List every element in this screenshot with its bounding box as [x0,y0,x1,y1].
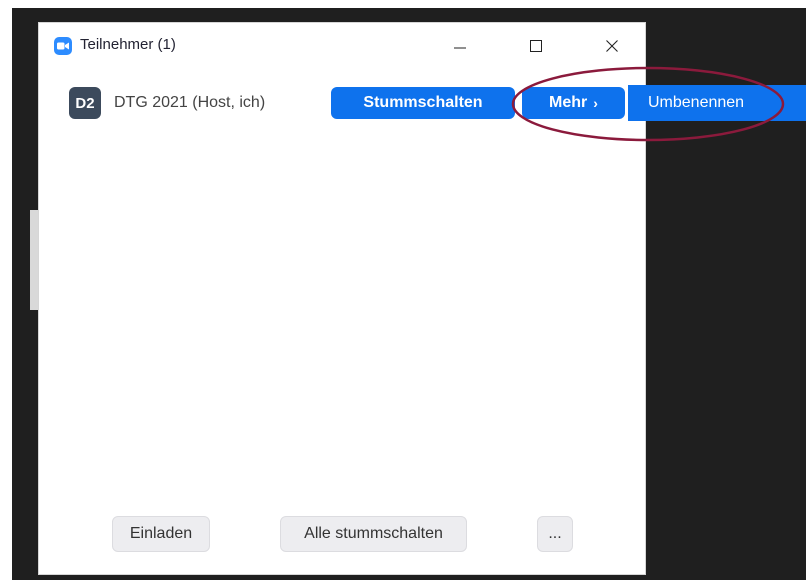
participant-row[interactable]: D2 DTG 2021 (Host, ich) Stummschalten Me… [39,83,645,123]
avatar: D2 [69,87,101,119]
more-button[interactable]: Mehr › [522,87,625,119]
minimize-icon [454,47,466,49]
invite-button[interactable]: Einladen [112,516,210,552]
participants-window: Teilnehmer (1) D2 DTG 2021 (Host, ich) S… [38,22,646,575]
chevron-right-icon: › [593,95,598,111]
zoom-camera-icon [54,37,72,55]
more-button-label: Mehr [549,94,588,111]
mute-button[interactable]: Stummschalten [331,87,515,119]
close-icon [606,40,618,52]
minimize-button[interactable] [442,31,478,61]
screen: Teilnehmer (1) D2 DTG 2021 (Host, ich) S… [0,0,806,582]
maximize-icon [530,40,542,52]
menu-item-rename[interactable]: Umbenennen [628,85,806,121]
menu-item-rename-label: Umbenennen [648,94,745,111]
participant-name: DTG 2021 (Host, ich) [114,94,266,111]
maximize-button[interactable] [518,31,554,61]
background-scrollbar [30,210,38,310]
more-options-button[interactable]: ... [537,516,573,552]
mute-all-button[interactable]: Alle stummschalten [280,516,467,552]
window-title: Teilnehmer (1) [80,36,176,53]
title-bar: Teilnehmer (1) [39,23,645,69]
close-button[interactable] [594,31,630,61]
